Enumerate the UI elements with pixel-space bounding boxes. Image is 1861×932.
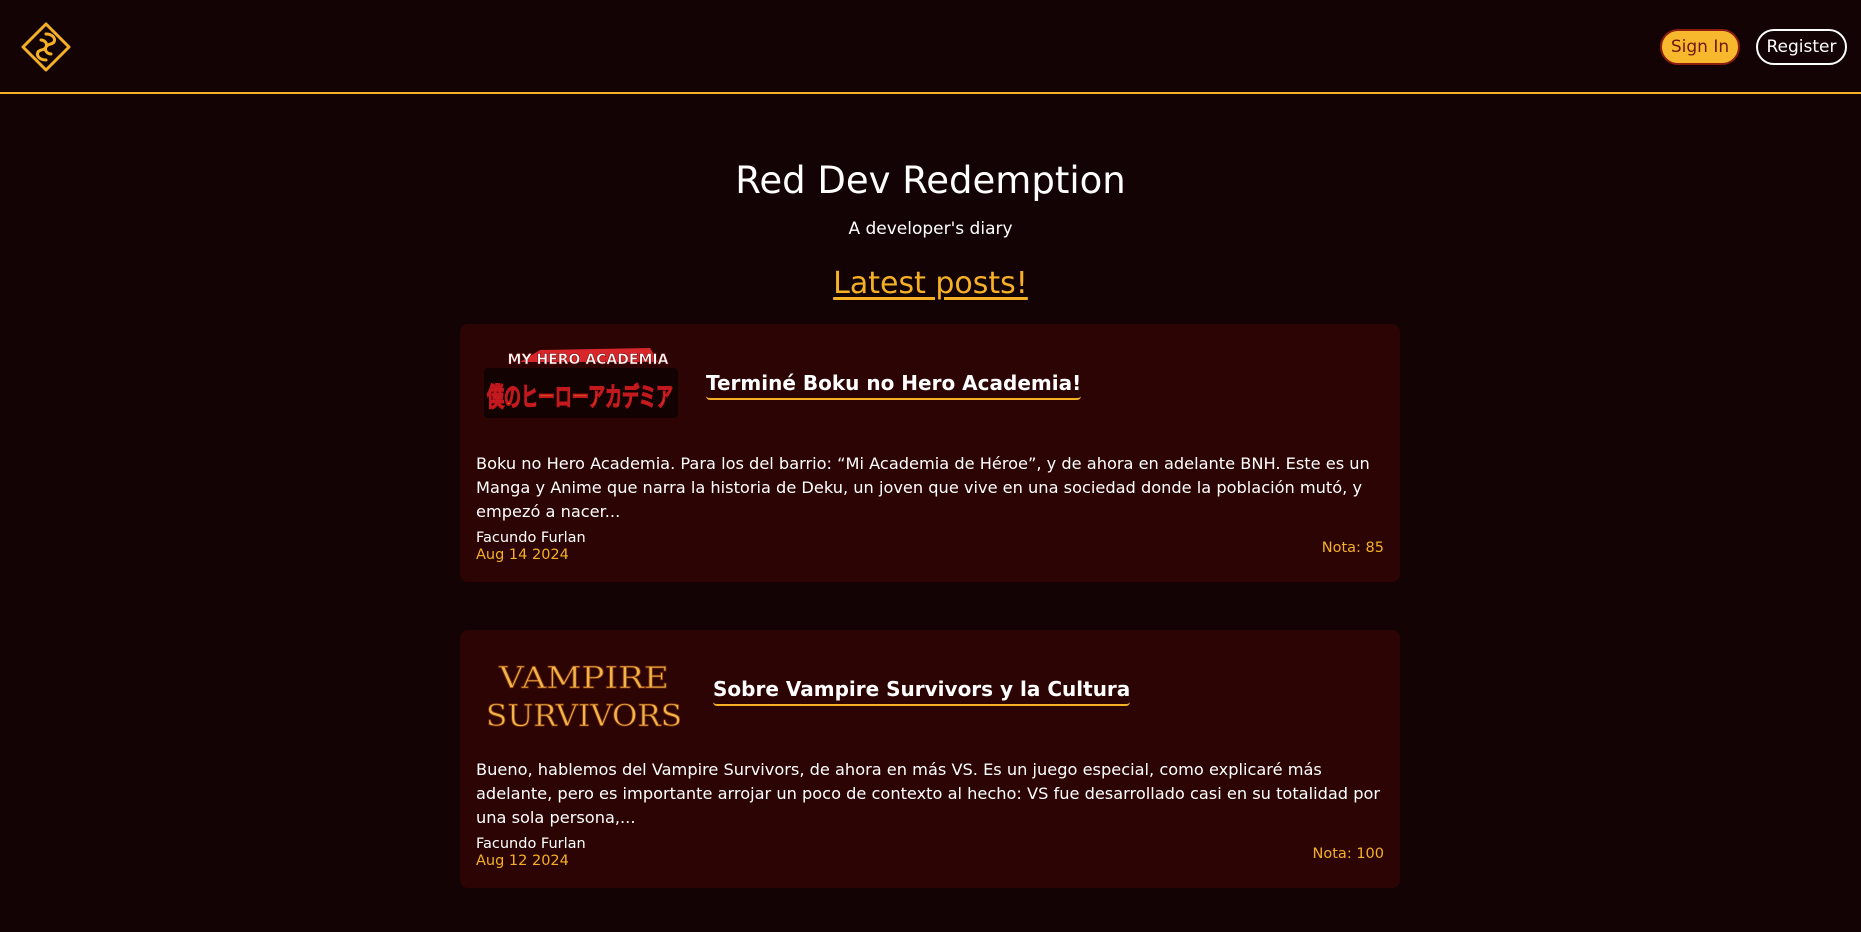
page-title: Red Dev Redemption	[735, 159, 1126, 202]
site-header: Sign In Register	[0, 0, 1861, 94]
post-excerpt: Bueno, hablemos del Vampire Survivors, d…	[476, 760, 1381, 827]
post-date: Aug 12 2024	[476, 853, 569, 869]
svg-text:VAMPIRE: VAMPIRE	[498, 661, 669, 696]
post-thumbnail: VAMPIRE SURVIVORS	[486, 661, 680, 732]
puzzle-diamond-icon[interactable]	[20, 21, 72, 73]
register-button[interactable]: Register	[1756, 29, 1847, 65]
post-card[interactable]: MY HERO ACADEMIA 僕のヒーローアカデミア Terminé Bok…	[460, 324, 1400, 582]
post-date: Aug 14 2024	[476, 547, 569, 563]
latest-posts-link[interactable]: Latest posts!	[833, 266, 1028, 301]
post-title[interactable]: Terminé Boku no Hero Academia!	[706, 371, 1082, 400]
post-card[interactable]: VAMPIRE SURVIVORS Sobre Vampire Survivor…	[460, 630, 1400, 888]
post-excerpt: Boku no Hero Academia. Para los del barr…	[476, 454, 1370, 521]
post-thumbnail: MY HERO ACADEMIA 僕のヒーローアカデミア	[484, 348, 678, 418]
post-title[interactable]: Sobre Vampire Survivors y la Cultura	[713, 677, 1131, 706]
post-author: Facundo Furlan	[476, 836, 586, 852]
page-subtitle: A developer's diary	[848, 219, 1013, 239]
post-score: Nota: 100	[1312, 846, 1384, 862]
sign-in-button[interactable]: Sign In	[1660, 29, 1740, 65]
post-score: Nota: 85	[1321, 540, 1384, 556]
latest-posts-heading: Latest posts!	[0, 262, 1861, 306]
svg-text:MY HERO ACADEMIA: MY HERO ACADEMIA	[508, 352, 669, 368]
svg-text:僕のヒーローアカデミア: 僕のヒーローアカデミア	[486, 382, 673, 413]
post-author: Facundo Furlan	[476, 530, 586, 546]
svg-text:SURVIVORS: SURVIVORS	[486, 699, 680, 732]
